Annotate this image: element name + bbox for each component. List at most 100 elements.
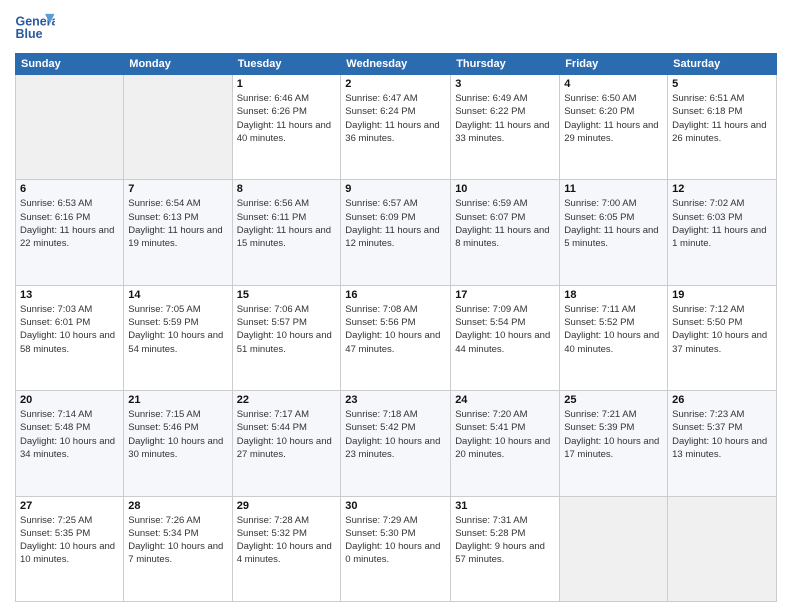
calendar-table: SundayMondayTuesdayWednesdayThursdayFrid…	[15, 53, 777, 602]
day-number: 4	[564, 78, 663, 90]
day-info: Sunrise: 7:28 AM Sunset: 5:32 PM Dayligh…	[237, 514, 337, 567]
day-info: Sunrise: 7:17 AM Sunset: 5:44 PM Dayligh…	[237, 408, 337, 461]
calendar-week-row: 6Sunrise: 6:53 AM Sunset: 6:16 PM Daylig…	[16, 180, 777, 285]
calendar-header-tuesday: Tuesday	[232, 54, 341, 75]
day-info: Sunrise: 6:49 AM Sunset: 6:22 PM Dayligh…	[455, 92, 555, 145]
day-number: 28	[128, 500, 227, 512]
calendar-header-wednesday: Wednesday	[341, 54, 451, 75]
day-number: 1	[237, 78, 337, 90]
calendar-header-saturday: Saturday	[668, 54, 777, 75]
calendar-header-monday: Monday	[124, 54, 232, 75]
day-info: Sunrise: 7:06 AM Sunset: 5:57 PM Dayligh…	[237, 303, 337, 356]
calendar-cell: 1 Sunrise: 6:46 AM Sunset: 6:26 PM Daylig…	[232, 75, 341, 180]
calendar-cell: 31Sunrise: 7:31 AM Sunset: 5:28 PM Dayli…	[451, 496, 560, 601]
calendar-cell: 6Sunrise: 6:53 AM Sunset: 6:16 PM Daylig…	[16, 180, 124, 285]
calendar-cell: 24 Sunrise: 7:20 AM Sunset: 5:41 PM Dayli…	[451, 391, 560, 496]
calendar-cell: 30 Sunrise: 7:29 AM Sunset: 5:30 PM Dayli…	[341, 496, 451, 601]
header: General Blue	[15, 10, 777, 45]
calendar-cell: 9 Sunrise: 6:57 AM Sunset: 6:09 PM Daylig…	[341, 180, 451, 285]
calendar-cell	[16, 75, 124, 180]
calendar-cell: 28 Sunrise: 7:26 AM Sunset: 5:34 PM Dayli…	[124, 496, 232, 601]
day-info: Sunrise: 7:00 AM Sunset: 6:05 PM Dayligh…	[564, 197, 663, 250]
calendar-header-sunday: Sunday	[16, 54, 124, 75]
calendar-cell	[124, 75, 232, 180]
day-info: Sunrise: 6:51 AM Sunset: 6:18 PM Dayligh…	[672, 92, 772, 145]
day-info: Sunrise: 7:20 AM Sunset: 5:41 PM Dayligh…	[455, 408, 555, 461]
day-number: 8	[237, 183, 337, 195]
day-number: 10	[455, 183, 555, 195]
day-info: Sunrise: 6:57 AM Sunset: 6:09 PM Dayligh…	[345, 197, 446, 250]
day-info: Sunrise: 6:46 AM Sunset: 6:26 PM Dayligh…	[237, 92, 337, 145]
logo: General Blue	[15, 10, 59, 45]
day-number: 18	[564, 289, 663, 301]
calendar-cell: 20 Sunrise: 7:14 AM Sunset: 5:48 PM Dayli…	[16, 391, 124, 496]
calendar-cell: 10Sunrise: 6:59 AM Sunset: 6:07 PM Dayli…	[451, 180, 560, 285]
day-info: Sunrise: 7:03 AM Sunset: 6:01 PM Dayligh…	[20, 303, 119, 356]
day-number: 27	[20, 500, 119, 512]
day-number: 12	[672, 183, 772, 195]
day-number: 30	[345, 500, 446, 512]
calendar-cell: 22 Sunrise: 7:17 AM Sunset: 5:44 PM Dayli…	[232, 391, 341, 496]
day-info: Sunrise: 6:56 AM Sunset: 6:11 PM Dayligh…	[237, 197, 337, 250]
calendar-cell: 3Sunrise: 6:49 AM Sunset: 6:22 PM Daylig…	[451, 75, 560, 180]
calendar-cell: 2 Sunrise: 6:47 AM Sunset: 6:24 PM Daylig…	[341, 75, 451, 180]
day-info: Sunrise: 7:11 AM Sunset: 5:52 PM Dayligh…	[564, 303, 663, 356]
calendar-week-row: 13Sunrise: 7:03 AM Sunset: 6:01 PM Dayli…	[16, 285, 777, 390]
day-number: 21	[128, 394, 227, 406]
day-number: 24	[455, 394, 555, 406]
day-info: Sunrise: 7:08 AM Sunset: 5:56 PM Dayligh…	[345, 303, 446, 356]
calendar-cell: 8 Sunrise: 6:56 AM Sunset: 6:11 PM Daylig…	[232, 180, 341, 285]
day-info: Sunrise: 6:54 AM Sunset: 6:13 PM Dayligh…	[128, 197, 227, 250]
day-number: 14	[128, 289, 227, 301]
calendar-week-row: 1 Sunrise: 6:46 AM Sunset: 6:26 PM Daylig…	[16, 75, 777, 180]
calendar-cell: 15 Sunrise: 7:06 AM Sunset: 5:57 PM Dayli…	[232, 285, 341, 390]
day-number: 31	[455, 500, 555, 512]
calendar-cell: 25Sunrise: 7:21 AM Sunset: 5:39 PM Dayli…	[560, 391, 668, 496]
day-info: Sunrise: 7:15 AM Sunset: 5:46 PM Dayligh…	[128, 408, 227, 461]
day-number: 20	[20, 394, 119, 406]
day-number: 15	[237, 289, 337, 301]
day-number: 29	[237, 500, 337, 512]
calendar-header-thursday: Thursday	[451, 54, 560, 75]
calendar-cell: 4Sunrise: 6:50 AM Sunset: 6:20 PM Daylig…	[560, 75, 668, 180]
calendar-cell: 27 Sunrise: 7:25 AM Sunset: 5:35 PM Dayli…	[16, 496, 124, 601]
day-info: Sunrise: 7:12 AM Sunset: 5:50 PM Dayligh…	[672, 303, 772, 356]
calendar-cell: 14 Sunrise: 7:05 AM Sunset: 5:59 PM Dayli…	[124, 285, 232, 390]
calendar-cell: 26Sunrise: 7:23 AM Sunset: 5:37 PM Dayli…	[668, 391, 777, 496]
day-number: 19	[672, 289, 772, 301]
calendar-header-row: SundayMondayTuesdayWednesdayThursdayFrid…	[16, 54, 777, 75]
day-info: Sunrise: 7:26 AM Sunset: 5:34 PM Dayligh…	[128, 514, 227, 567]
day-number: 5	[672, 78, 772, 90]
day-info: Sunrise: 7:14 AM Sunset: 5:48 PM Dayligh…	[20, 408, 119, 461]
day-info: Sunrise: 7:29 AM Sunset: 5:30 PM Dayligh…	[345, 514, 446, 567]
day-info: Sunrise: 7:09 AM Sunset: 5:54 PM Dayligh…	[455, 303, 555, 356]
calendar-week-row: 20 Sunrise: 7:14 AM Sunset: 5:48 PM Dayli…	[16, 391, 777, 496]
day-number: 9	[345, 183, 446, 195]
calendar-cell: 12 Sunrise: 7:02 AM Sunset: 6:03 PM Dayli…	[668, 180, 777, 285]
day-info: Sunrise: 7:21 AM Sunset: 5:39 PM Dayligh…	[564, 408, 663, 461]
calendar-cell	[668, 496, 777, 601]
day-number: 7	[128, 183, 227, 195]
calendar-cell: 29 Sunrise: 7:28 AM Sunset: 5:32 PM Dayli…	[232, 496, 341, 601]
calendar-cell: 7 Sunrise: 6:54 AM Sunset: 6:13 PM Daylig…	[124, 180, 232, 285]
day-info: Sunrise: 6:47 AM Sunset: 6:24 PM Dayligh…	[345, 92, 446, 145]
day-number: 22	[237, 394, 337, 406]
calendar-cell: 5 Sunrise: 6:51 AM Sunset: 6:18 PM Daylig…	[668, 75, 777, 180]
day-info: Sunrise: 7:25 AM Sunset: 5:35 PM Dayligh…	[20, 514, 119, 567]
day-number: 2	[345, 78, 446, 90]
calendar-header-friday: Friday	[560, 54, 668, 75]
day-number: 17	[455, 289, 555, 301]
calendar-cell: 19 Sunrise: 7:12 AM Sunset: 5:50 PM Dayli…	[668, 285, 777, 390]
calendar-cell: 16Sunrise: 7:08 AM Sunset: 5:56 PM Dayli…	[341, 285, 451, 390]
calendar-week-row: 27 Sunrise: 7:25 AM Sunset: 5:35 PM Dayli…	[16, 496, 777, 601]
svg-text:Blue: Blue	[16, 27, 43, 41]
calendar-cell: 18 Sunrise: 7:11 AM Sunset: 5:52 PM Dayli…	[560, 285, 668, 390]
day-info: Sunrise: 7:05 AM Sunset: 5:59 PM Dayligh…	[128, 303, 227, 356]
calendar-cell: 13Sunrise: 7:03 AM Sunset: 6:01 PM Dayli…	[16, 285, 124, 390]
day-number: 23	[345, 394, 446, 406]
logo-icon: General Blue	[15, 10, 55, 45]
day-number: 26	[672, 394, 772, 406]
calendar-cell: 11Sunrise: 7:00 AM Sunset: 6:05 PM Dayli…	[560, 180, 668, 285]
day-info: Sunrise: 7:02 AM Sunset: 6:03 PM Dayligh…	[672, 197, 772, 250]
day-info: Sunrise: 7:18 AM Sunset: 5:42 PM Dayligh…	[345, 408, 446, 461]
